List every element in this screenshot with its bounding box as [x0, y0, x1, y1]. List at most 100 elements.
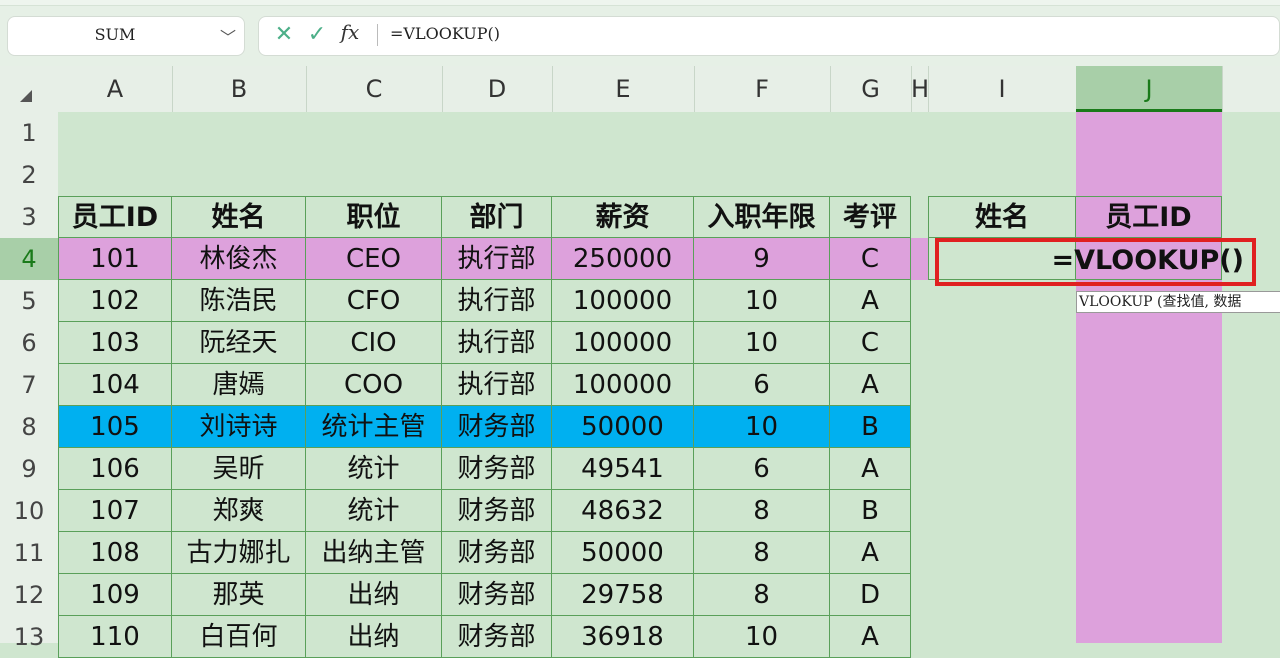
insert-function-icon[interactable]: fx	[336, 20, 364, 50]
row-header-2[interactable]: 2	[0, 154, 58, 196]
table-cell[interactable]: 50000	[552, 532, 694, 574]
table-cell[interactable]: 101	[58, 238, 172, 280]
table-cell[interactable]: 财务部	[442, 406, 552, 448]
row-header-12[interactable]: 12	[0, 574, 58, 616]
row-header-9[interactable]: 9	[0, 448, 58, 490]
column-header-f[interactable]: F	[694, 66, 830, 112]
table-cell[interactable]: 104	[58, 364, 172, 406]
table-cell[interactable]: B	[830, 406, 911, 448]
row-header-5[interactable]: 5	[0, 280, 58, 322]
table-cell[interactable]: 财务部	[442, 490, 552, 532]
table-cell[interactable]: 8	[694, 574, 830, 616]
row-header-8[interactable]: 8	[0, 406, 58, 448]
row-header-4[interactable]: 4	[0, 238, 58, 280]
table-cell[interactable]: 唐嫣	[172, 364, 306, 406]
table-cell[interactable]: 108	[58, 532, 172, 574]
table-cell[interactable]: 49541	[552, 448, 694, 490]
table-cell[interactable]: 10	[694, 406, 830, 448]
table-cell[interactable]: 48632	[552, 490, 694, 532]
table-cell[interactable]: 郑爽	[172, 490, 306, 532]
table-header-cell[interactable]: 职位	[306, 196, 442, 238]
table-cell[interactable]: 9	[694, 238, 830, 280]
select-all-corner[interactable]	[0, 66, 58, 112]
table-cell[interactable]: 8	[694, 490, 830, 532]
table-header-cell[interactable]: 入职年限	[694, 196, 830, 238]
table-cell[interactable]: A	[830, 364, 911, 406]
table-header-cell[interactable]: 姓名	[172, 196, 306, 238]
table-cell[interactable]: A	[830, 616, 911, 658]
table-cell[interactable]: 财务部	[442, 532, 552, 574]
table-cell[interactable]: 财务部	[442, 448, 552, 490]
table-cell[interactable]: C	[830, 322, 911, 364]
table-cell[interactable]: 出纳	[306, 616, 442, 658]
table-header-cell[interactable]: 员工ID	[58, 196, 172, 238]
table-cell[interactable]: 250000	[552, 238, 694, 280]
formula-text[interactable]: =VLOOKUP()	[390, 24, 990, 48]
column-header-j[interactable]: J	[1076, 66, 1222, 112]
column-header-i[interactable]: I	[928, 66, 1076, 112]
table-cell[interactable]: 10	[694, 322, 830, 364]
table-header-cell[interactable]: 薪资	[552, 196, 694, 238]
table-cell[interactable]: 100000	[552, 322, 694, 364]
column-header-b[interactable]: B	[172, 66, 306, 112]
row-header-1[interactable]: 1	[0, 112, 58, 154]
row-header-10[interactable]: 10	[0, 490, 58, 532]
column-header-c[interactable]: C	[306, 66, 442, 112]
table-cell[interactable]: 林俊杰	[172, 238, 306, 280]
table-cell[interactable]: 统计	[306, 490, 442, 532]
table-header-cell[interactable]: 考评	[830, 196, 911, 238]
cell-formula-text[interactable]: =VLOOKUP()	[940, 240, 1244, 282]
row-header-11[interactable]: 11	[0, 532, 58, 574]
cancel-icon[interactable]: ✕	[272, 22, 296, 50]
row-header-7[interactable]: 7	[0, 364, 58, 406]
table-cell[interactable]: 财务部	[442, 574, 552, 616]
table-cell[interactable]: 刘诗诗	[172, 406, 306, 448]
table-cell[interactable]: 100000	[552, 364, 694, 406]
table-cell[interactable]: 执行部	[442, 364, 552, 406]
table-cell[interactable]: 统计	[306, 448, 442, 490]
table-cell[interactable]: 29758	[552, 574, 694, 616]
table-cell[interactable]: 执行部	[442, 322, 552, 364]
table-cell[interactable]: 10	[694, 616, 830, 658]
table-cell[interactable]: C	[830, 238, 911, 280]
table-cell[interactable]: 6	[694, 448, 830, 490]
table-cell[interactable]: 吴昕	[172, 448, 306, 490]
column-header-a[interactable]: A	[58, 66, 172, 112]
table-cell[interactable]: 执行部	[442, 238, 552, 280]
table-cell[interactable]: 110	[58, 616, 172, 658]
table-cell[interactable]: 财务部	[442, 616, 552, 658]
table-cell[interactable]: CEO	[306, 238, 442, 280]
lookup-header-cell[interactable]: 员工ID	[1076, 196, 1222, 238]
column-header-h[interactable]: H	[911, 66, 929, 112]
table-cell[interactable]: 8	[694, 532, 830, 574]
table-cell[interactable]: 103	[58, 322, 172, 364]
table-cell[interactable]: 陈浩民	[172, 280, 306, 322]
table-cell[interactable]: A	[830, 448, 911, 490]
table-cell[interactable]: 出纳主管	[306, 532, 442, 574]
table-cell[interactable]: 10	[694, 280, 830, 322]
table-cell[interactable]: 执行部	[442, 280, 552, 322]
table-cell[interactable]: CIO	[306, 322, 442, 364]
table-cell[interactable]: A	[830, 280, 911, 322]
table-cell[interactable]: B	[830, 490, 911, 532]
table-cell[interactable]: 古力娜扎	[172, 532, 306, 574]
row-header-6[interactable]: 6	[0, 322, 58, 364]
column-header-g[interactable]: G	[830, 66, 911, 112]
table-cell[interactable]: 白百何	[172, 616, 306, 658]
table-cell[interactable]: CFO	[306, 280, 442, 322]
table-cell[interactable]: 100000	[552, 280, 694, 322]
table-cell[interactable]: 107	[58, 490, 172, 532]
table-cell[interactable]: 109	[58, 574, 172, 616]
chevron-down-icon[interactable]: ﹀	[218, 24, 238, 48]
table-cell[interactable]: 36918	[552, 616, 694, 658]
row-header-3[interactable]: 3	[0, 196, 58, 238]
table-cell[interactable]: COO	[306, 364, 442, 406]
table-header-cell[interactable]: 部门	[442, 196, 552, 238]
table-cell[interactable]: 102	[58, 280, 172, 322]
table-cell[interactable]: 阮经天	[172, 322, 306, 364]
table-cell[interactable]: 50000	[552, 406, 694, 448]
table-cell[interactable]: 那英	[172, 574, 306, 616]
table-cell[interactable]: 106	[58, 448, 172, 490]
lookup-header-cell[interactable]: 姓名	[928, 196, 1076, 238]
column-header-d[interactable]: D	[442, 66, 552, 112]
